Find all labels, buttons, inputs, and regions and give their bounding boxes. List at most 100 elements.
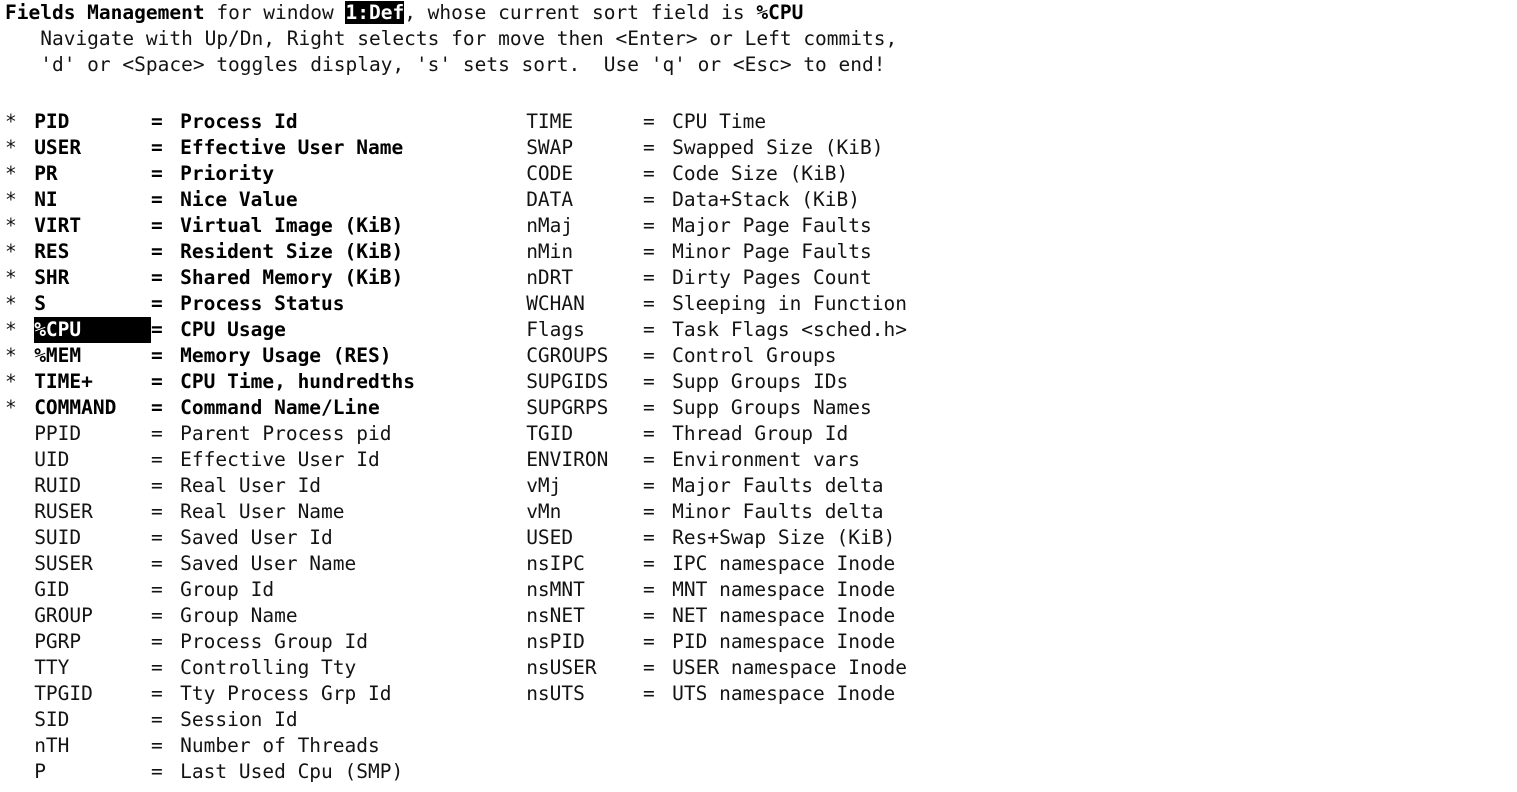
- field-row[interactable]: SWAP = Swapped Size (KiB): [497, 135, 883, 161]
- field-row[interactable]: PPID = Parent Process pid: [5, 421, 391, 447]
- field-name[interactable]: VIRT: [34, 213, 151, 239]
- field-enabled-marker[interactable]: [5, 655, 34, 681]
- field-row[interactable]: nDRT = Dirty Pages Count: [497, 265, 872, 291]
- field-row[interactable]: * S = Process Status: [5, 291, 345, 317]
- field-name[interactable]: TIME+: [34, 369, 151, 395]
- field-row[interactable]: nsIPC = IPC namespace Inode: [497, 551, 895, 577]
- field-enabled-marker[interactable]: [497, 239, 526, 265]
- field-row[interactable]: CODE = Code Size (KiB): [497, 161, 848, 187]
- field-row[interactable]: RUSER = Real User Name: [5, 499, 344, 525]
- field-enabled-marker[interactable]: [497, 655, 526, 681]
- field-row[interactable]: * PR = Priority: [5, 161, 274, 187]
- field-row[interactable]: * %MEM = Memory Usage (RES): [5, 343, 392, 369]
- field-name[interactable]: nDRT: [526, 265, 643, 291]
- field-enabled-marker[interactable]: [5, 629, 34, 655]
- field-row[interactable]: * COMMAND = Command Name/Line: [5, 395, 380, 421]
- field-row[interactable]: GID = Group Id: [5, 577, 274, 603]
- field-name[interactable]: GROUP: [34, 603, 151, 629]
- field-row[interactable]: nMin = Minor Page Faults: [497, 239, 872, 265]
- field-row[interactable]: nsNET = NET namespace Inode: [497, 603, 895, 629]
- field-row[interactable]: USED = Res+Swap Size (KiB): [497, 525, 895, 551]
- field-name[interactable]: nMin: [526, 239, 643, 265]
- field-row[interactable]: TTY = Controlling Tty: [5, 655, 356, 681]
- field-name[interactable]: nsIPC: [526, 551, 643, 577]
- field-enabled-marker[interactable]: [5, 421, 34, 447]
- field-name[interactable]: CODE: [526, 161, 643, 187]
- field-enabled-marker[interactable]: [5, 681, 34, 707]
- field-row[interactable]: TGID = Thread Group Id: [497, 421, 848, 447]
- field-enabled-marker[interactable]: [497, 421, 526, 447]
- field-enabled-marker[interactable]: [497, 187, 526, 213]
- field-row[interactable]: SUSER = Saved User Name: [5, 551, 356, 577]
- field-row[interactable]: * %CPU = CPU Usage: [5, 317, 286, 343]
- field-enabled-marker[interactable]: [497, 213, 526, 239]
- field-enabled-marker[interactable]: [497, 525, 526, 551]
- field-name[interactable]: PID: [34, 109, 151, 135]
- field-name[interactable]: USER: [34, 135, 151, 161]
- field-name[interactable]: WCHAN: [526, 291, 643, 317]
- field-enabled-marker[interactable]: [497, 109, 526, 135]
- field-enabled-marker[interactable]: [5, 603, 34, 629]
- field-name[interactable]: RES: [34, 239, 151, 265]
- field-enabled-marker[interactable]: [497, 369, 526, 395]
- field-enabled-marker[interactable]: [497, 551, 526, 577]
- field-name[interactable]: NI: [34, 187, 151, 213]
- field-enabled-marker[interactable]: [5, 525, 34, 551]
- field-enabled-marker[interactable]: [5, 551, 34, 577]
- field-name[interactable]: P: [34, 759, 151, 785]
- field-enabled-marker[interactable]: [497, 291, 526, 317]
- field-name[interactable]: COMMAND: [34, 395, 151, 421]
- field-row[interactable]: SUPGRPS = Supp Groups Names: [497, 395, 872, 421]
- field-name[interactable]: SID: [34, 707, 151, 733]
- field-row[interactable]: GROUP = Group Name: [5, 603, 297, 629]
- field-enabled-marker[interactable]: *: [5, 395, 34, 421]
- field-row[interactable]: RUID = Real User Id: [5, 473, 321, 499]
- field-row[interactable]: vMn = Minor Faults delta: [497, 499, 883, 525]
- field-row[interactable]: PGRP = Process Group Id: [5, 629, 368, 655]
- field-name[interactable]: vMn: [526, 499, 643, 525]
- field-name[interactable]: vMj: [526, 473, 643, 499]
- field-row[interactable]: nTH = Number of Threads: [5, 733, 380, 759]
- field-row[interactable]: WCHAN = Sleeping in Function: [497, 291, 907, 317]
- field-row[interactable]: SID = Session Id: [5, 707, 297, 733]
- field-name[interactable]: SHR: [34, 265, 151, 291]
- field-row[interactable]: * TIME+ = CPU Time, hundredths: [5, 369, 415, 395]
- field-name[interactable]: SUPGRPS: [526, 395, 643, 421]
- field-enabled-marker[interactable]: [5, 499, 34, 525]
- field-name[interactable]: SUPGIDS: [526, 369, 643, 395]
- field-enabled-marker[interactable]: [5, 759, 34, 785]
- field-name[interactable]: nTH: [34, 733, 151, 759]
- field-enabled-marker[interactable]: [5, 707, 34, 733]
- field-name-selected[interactable]: %CPU: [34, 317, 151, 343]
- field-enabled-marker[interactable]: [5, 577, 34, 603]
- field-row[interactable]: P = Last Used Cpu (SMP): [5, 759, 403, 785]
- field-enabled-marker[interactable]: [497, 161, 526, 187]
- field-name[interactable]: ENVIRON: [526, 447, 643, 473]
- field-name[interactable]: TIME: [526, 109, 643, 135]
- field-enabled-marker[interactable]: *: [5, 213, 34, 239]
- field-name[interactable]: DATA: [526, 187, 643, 213]
- field-name[interactable]: %MEM: [34, 343, 151, 369]
- field-enabled-marker[interactable]: [497, 629, 526, 655]
- field-row[interactable]: TIME = CPU Time: [497, 109, 766, 135]
- field-name[interactable]: nsMNT: [526, 577, 643, 603]
- field-row[interactable]: nsPID = PID namespace Inode: [497, 629, 895, 655]
- field-row[interactable]: Flags = Task Flags <sched.h>: [497, 317, 907, 343]
- field-enabled-marker[interactable]: *: [5, 239, 34, 265]
- field-row[interactable]: * RES = Resident Size (KiB): [5, 239, 403, 265]
- field-name[interactable]: TGID: [526, 421, 643, 447]
- field-row[interactable]: nsUTS = UTS namespace Inode: [497, 681, 895, 707]
- field-enabled-marker[interactable]: [497, 499, 526, 525]
- field-enabled-marker[interactable]: [497, 265, 526, 291]
- field-enabled-marker[interactable]: *: [5, 369, 34, 395]
- field-row[interactable]: nMaj = Major Page Faults: [497, 213, 872, 239]
- field-name[interactable]: nsUTS: [526, 681, 643, 707]
- field-name[interactable]: GID: [34, 577, 151, 603]
- field-row[interactable]: DATA = Data+Stack (KiB): [497, 187, 860, 213]
- field-enabled-marker[interactable]: [497, 343, 526, 369]
- field-name[interactable]: TPGID: [34, 681, 151, 707]
- field-name[interactable]: nsUSER: [526, 655, 643, 681]
- field-name[interactable]: TTY: [34, 655, 151, 681]
- field-row[interactable]: CGROUPS = Control Groups: [497, 343, 836, 369]
- field-enabled-marker[interactable]: [497, 603, 526, 629]
